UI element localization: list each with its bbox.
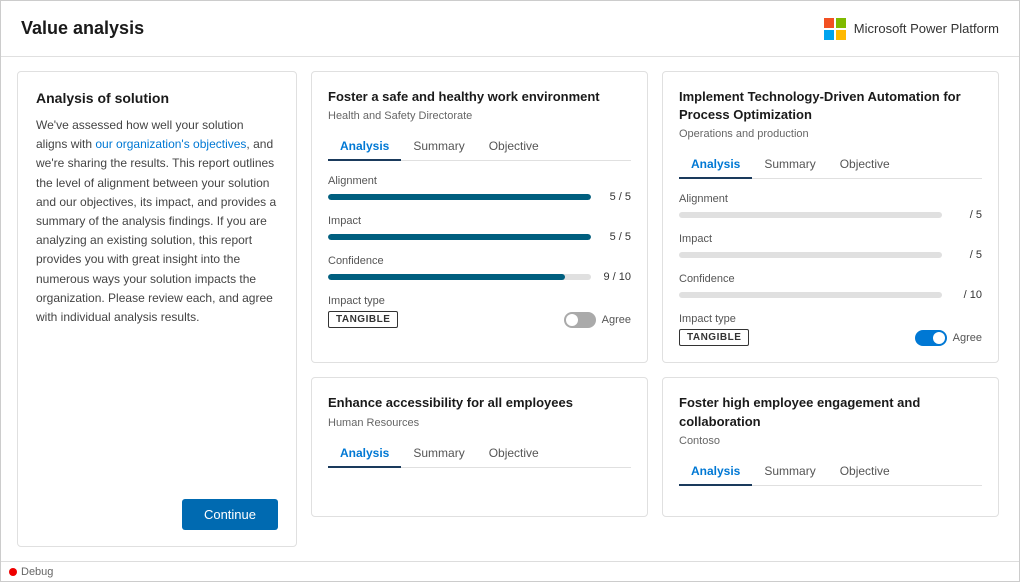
tab-objective-3[interactable]: Objective — [828, 459, 902, 486]
card-card1: Foster a safe and healthy work environme… — [311, 71, 648, 363]
tab-objective-0[interactable]: Objective — [477, 134, 551, 161]
ms-logo-text: Microsoft Power Platform — [854, 21, 999, 36]
header: Value analysis Microsoft Power Platform — [1, 1, 1019, 57]
card-tabs-1: AnalysisSummaryObjective — [679, 152, 982, 179]
card-tabs-3: AnalysisSummaryObjective — [679, 459, 982, 486]
impact-row-0: TANGIBLE Agree — [328, 311, 631, 328]
logo-sq-red — [824, 18, 834, 28]
metric-value-1-2: / 10 — [950, 289, 982, 301]
metric-label-1-2: Confidence — [679, 273, 982, 285]
metric-bar-bg-0-2 — [328, 274, 591, 280]
impact-badge-1: TANGIBLE — [679, 329, 749, 346]
metric-row-1-0: Alignment / 5 — [679, 193, 982, 221]
impact-type-label-1: Impact type — [679, 313, 982, 325]
left-panel: Analysis of solution We've assessed how … — [17, 71, 297, 547]
metric-value-1-1: / 5 — [950, 249, 982, 261]
metric-row-0-1: Impact 5 / 5 — [328, 215, 631, 243]
metric-bar-row-1-0: / 5 — [679, 209, 982, 221]
impact-row-1: TANGIBLE Agree — [679, 329, 982, 346]
debug-dot — [9, 568, 17, 576]
metric-row-0-0: Alignment 5 / 5 — [328, 175, 631, 203]
tab-analysis-0[interactable]: Analysis — [328, 134, 401, 161]
metric-bar-row-0-2: 9 / 10 — [328, 271, 631, 283]
metric-row-0-2: Confidence 9 / 10 — [328, 255, 631, 283]
tab-summary-0[interactable]: Summary — [401, 134, 476, 161]
tab-summary-2[interactable]: Summary — [401, 441, 476, 468]
metric-bar-bg-0-1 — [328, 234, 591, 240]
metric-bar-row-0-1: 5 / 5 — [328, 231, 631, 243]
microsoft-logo: Microsoft Power Platform — [824, 18, 999, 40]
tab-objective-1[interactable]: Objective — [828, 152, 902, 179]
metric-bar-fill-0-0 — [328, 194, 591, 200]
logo-sq-green — [836, 18, 846, 28]
debug-label: Debug — [21, 566, 53, 578]
card-title-2: Enhance accessibility for all employees — [328, 394, 631, 412]
card-title-0: Foster a safe and healthy work environme… — [328, 88, 631, 106]
tab-objective-2[interactable]: Objective — [477, 441, 551, 468]
page-title: Value analysis — [21, 18, 144, 39]
card-card2: Implement Technology-Driven Automation f… — [662, 71, 999, 363]
ms-logo-squares — [824, 18, 846, 40]
metric-bar-bg-1-2 — [679, 292, 942, 298]
card-subtitle-1: Operations and production — [679, 128, 982, 140]
main-content: Analysis of solution We've assessed how … — [1, 57, 1019, 561]
continue-button[interactable]: Continue — [182, 499, 278, 530]
agree-row-1: Agree — [915, 330, 982, 346]
metric-value-0-1: 5 / 5 — [599, 231, 631, 243]
metric-bar-bg-1-1 — [679, 252, 942, 258]
metric-label-0-2: Confidence — [328, 255, 631, 267]
metric-label-0-1: Impact — [328, 215, 631, 227]
toggle-knob-1 — [933, 332, 945, 344]
metric-row-1-2: Confidence / 10 — [679, 273, 982, 301]
metric-bar-bg-1-0 — [679, 212, 942, 218]
agree-text-1: Agree — [953, 332, 982, 344]
agree-row-0: Agree — [564, 312, 631, 328]
card-tabs-0: AnalysisSummaryObjective — [328, 134, 631, 161]
impact-type-label-0: Impact type — [328, 295, 631, 307]
app-container: Value analysis Microsoft Power Platform … — [0, 0, 1020, 582]
metric-value-0-2: 9 / 10 — [599, 271, 631, 283]
metric-value-0-0: 5 / 5 — [599, 191, 631, 203]
metric-bar-fill-0-2 — [328, 274, 565, 280]
metric-bar-bg-0-0 — [328, 194, 591, 200]
metric-value-1-0: / 5 — [950, 209, 982, 221]
card-subtitle-0: Health and Safety Directorate — [328, 110, 631, 122]
card-tabs-2: AnalysisSummaryObjective — [328, 441, 631, 468]
left-panel-title: Analysis of solution — [36, 90, 278, 106]
agree-toggle-1[interactable] — [915, 330, 947, 346]
left-panel-body: Analysis of solution We've assessed how … — [36, 90, 278, 327]
debug-bar: Debug — [1, 561, 1019, 581]
agree-text-0: Agree — [602, 314, 631, 326]
tab-analysis-2[interactable]: Analysis — [328, 441, 401, 468]
metric-label-0-0: Alignment — [328, 175, 631, 187]
metric-bar-row-1-2: / 10 — [679, 289, 982, 301]
card-card3: Enhance accessibility for all employees H… — [311, 377, 648, 516]
impact-badge-0: TANGIBLE — [328, 311, 398, 328]
toggle-knob-0 — [566, 314, 578, 326]
card-subtitle-3: Contoso — [679, 435, 982, 447]
metric-bar-row-0-0: 5 / 5 — [328, 191, 631, 203]
metric-bar-fill-0-1 — [328, 234, 591, 240]
metric-bar-row-1-1: / 5 — [679, 249, 982, 261]
metric-row-1-1: Impact / 5 — [679, 233, 982, 261]
org-objectives-link[interactable]: our organization's objectives — [95, 137, 246, 151]
logo-sq-blue — [824, 30, 834, 40]
agree-toggle-0[interactable] — [564, 312, 596, 328]
card-title-3: Foster high employee engagement and coll… — [679, 394, 982, 430]
metric-label-1-1: Impact — [679, 233, 982, 245]
cards-area: Foster a safe and healthy work environme… — [311, 71, 1003, 547]
logo-sq-yellow — [836, 30, 846, 40]
card-title-1: Implement Technology-Driven Automation f… — [679, 88, 982, 124]
metric-label-1-0: Alignment — [679, 193, 982, 205]
card-subtitle-2: Human Resources — [328, 417, 631, 429]
tab-analysis-1[interactable]: Analysis — [679, 152, 752, 179]
left-panel-description: We've assessed how well your solution al… — [36, 116, 278, 327]
tab-analysis-3[interactable]: Analysis — [679, 459, 752, 486]
tab-summary-1[interactable]: Summary — [752, 152, 827, 179]
card-card4: Foster high employee engagement and coll… — [662, 377, 999, 516]
tab-summary-3[interactable]: Summary — [752, 459, 827, 486]
